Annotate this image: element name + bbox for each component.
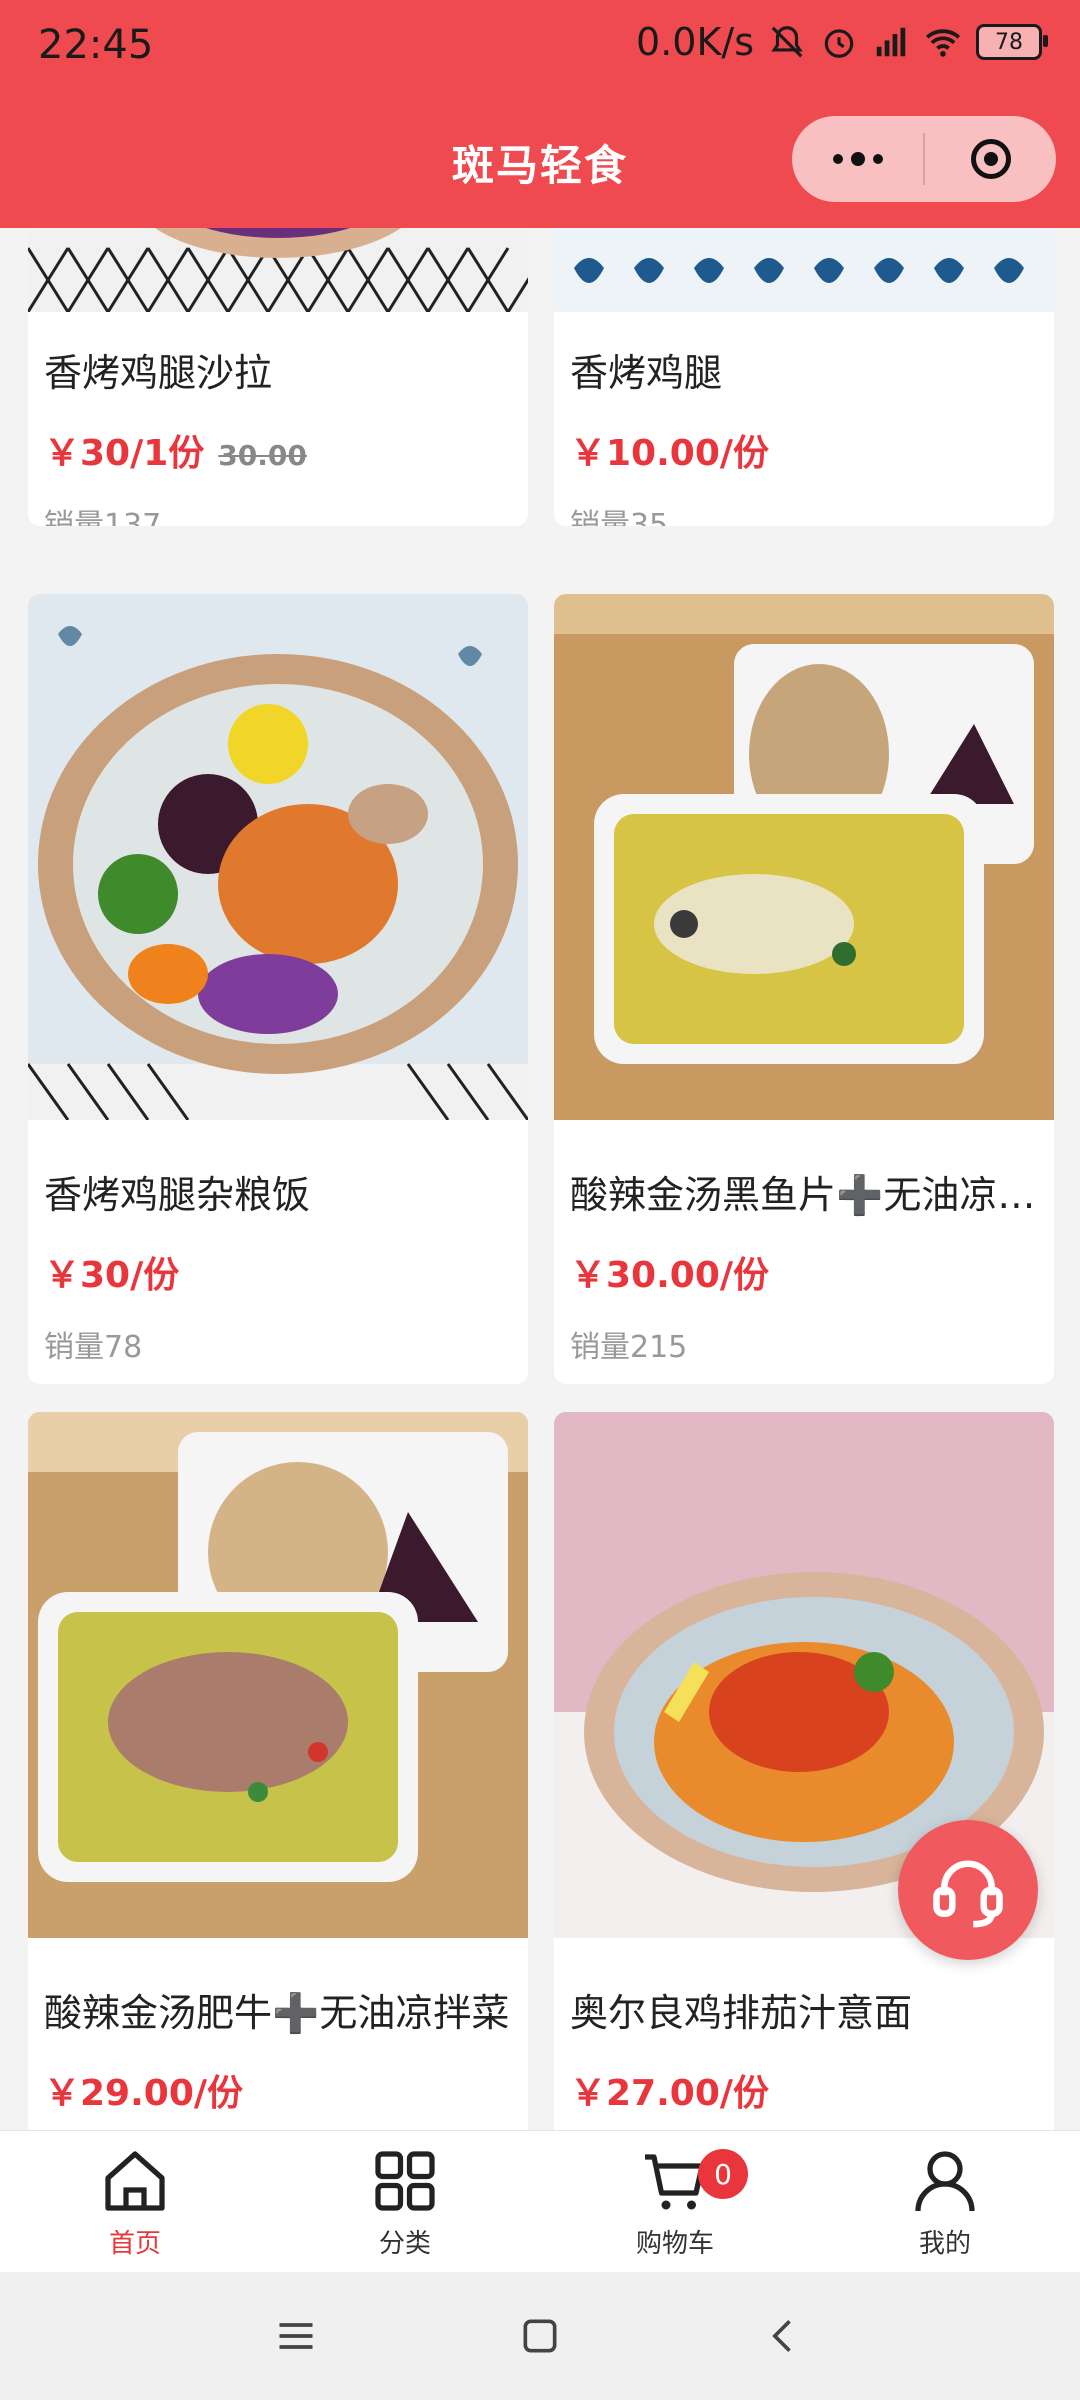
product-title: 酸辣金汤肥牛➕无油凉拌菜 (44, 1991, 510, 2035)
product-image (28, 228, 528, 312)
customer-service-button[interactable] (898, 1820, 1038, 1960)
tab-label: 分类 (378, 2229, 431, 2259)
price-text: ￥30/1份 (44, 433, 205, 474)
tab-bar: 首页 分类 购物车 0 我的 (0, 2130, 1080, 2273)
product-image (554, 594, 1054, 1120)
product-price: ￥27.00/份 (570, 2073, 770, 2114)
tab-cart[interactable]: 购物车 0 (540, 2131, 810, 2273)
tab-label: 首页 (108, 2229, 161, 2259)
network-speed: 0.0K/s (636, 20, 754, 64)
wifi-icon (925, 29, 961, 57)
home-icon (105, 2151, 165, 2211)
product-title: 酸辣金汤黑鱼片➕无油凉… (570, 1173, 1036, 1217)
product-card[interactable]: 奥尔良鸡排茄汁意面 ￥27.00/份 (554, 1412, 1054, 2130)
mute-bell-icon (771, 26, 803, 58)
product-sales: 销量215 (570, 1330, 688, 1365)
back-icon[interactable] (762, 2314, 806, 2358)
product-image (554, 228, 1054, 312)
system-nav-bar (0, 2272, 1080, 2400)
miniprogram-capsule (792, 116, 1056, 202)
user-icon (915, 2151, 975, 2212)
tab-label: 我的 (918, 2229, 971, 2259)
product-title: 香烤鸡腿 (570, 351, 723, 395)
tab-home[interactable]: 首页 (0, 2131, 270, 2273)
product-price: ￥29.00/份 (44, 2073, 244, 2114)
cart-count-badge: 0 (698, 2149, 748, 2199)
close-miniprogram-button[interactable] (925, 116, 1056, 202)
tab-mine[interactable]: 我的 (810, 2131, 1080, 2273)
original-price: 30.00 (218, 439, 307, 472)
battery-indicator: 78 (976, 24, 1048, 60)
product-title: 奥尔良鸡排茄汁意面 (570, 1991, 913, 2035)
product-title: 香烤鸡腿杂粮饭 (44, 1173, 311, 1217)
tab-label: 购物车 (635, 2229, 714, 2259)
product-sales: 销量137 (44, 508, 162, 526)
target-icon (970, 139, 1011, 179)
headset-icon (933, 1860, 1003, 1928)
menu-icon[interactable] (274, 2314, 318, 2358)
product-card[interactable]: 酸辣金汤黑鱼片➕无油凉… ￥30.00/份 销量215 (554, 594, 1054, 1384)
product-price: ￥30.00/份 (570, 1255, 770, 1296)
product-image (28, 594, 528, 1120)
top-bar: 22:45 0.0K/s 78 斑马轻食 (0, 0, 1080, 228)
status-time: 22:45 (38, 22, 154, 68)
home-square-icon[interactable] (518, 2314, 562, 2358)
tab-category[interactable]: 分类 (270, 2131, 540, 2273)
more-button[interactable] (792, 116, 923, 202)
grid-icon (375, 2151, 435, 2211)
alarm-icon (824, 29, 854, 58)
product-price: ￥30/1份 30.00 (44, 424, 307, 476)
product-sales: 销量35 (570, 508, 669, 526)
signal-icon (876, 27, 906, 57)
product-card[interactable]: 香烤鸡腿 ￥10.00/份 销量35 (554, 228, 1054, 526)
product-price: ￥10.00/份 (570, 433, 770, 474)
product-card[interactable]: 香烤鸡腿沙拉 ￥30/1份 30.00 销量137 (28, 228, 528, 526)
product-sales: 销量78 (44, 1330, 143, 1365)
more-dots-icon (832, 152, 883, 166)
product-image (28, 1412, 528, 1938)
product-price: ￥30/份 (44, 1255, 180, 1296)
product-title: 香烤鸡腿沙拉 (44, 351, 273, 395)
product-card[interactable]: 酸辣金汤肥牛➕无油凉拌菜 ￥29.00/份 (28, 1412, 528, 2130)
status-icons: 0.0K/s 78 (636, 20, 1048, 64)
product-card[interactable]: 香烤鸡腿杂粮饭 ￥30/份 销量78 (28, 594, 528, 1384)
